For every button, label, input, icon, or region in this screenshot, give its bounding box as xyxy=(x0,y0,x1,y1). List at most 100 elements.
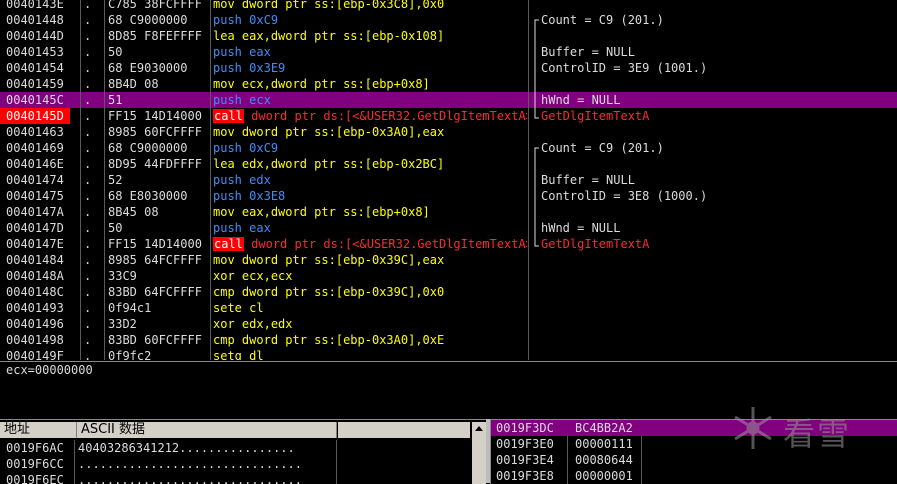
instruction-mnemonic: mov xyxy=(213,253,235,267)
disasm-row[interactable]: 0040146E. 8D95 44FDFFFF lea edx,dword ptr … xyxy=(0,156,897,172)
row-hex-bytes: 33D2 xyxy=(108,317,137,331)
row-instruction: push ecx xyxy=(213,92,527,108)
instruction-mnemonic: push xyxy=(213,93,242,107)
disasm-row[interactable]: 0040147E. FF15 14D14000 call dword ptr ds:… xyxy=(0,236,897,252)
row-address: 00401474 xyxy=(6,173,64,187)
column-separator xyxy=(80,0,81,360)
disasm-row[interactable]: 0040145D. FF15 14D14000 call dword ptr ds:… xyxy=(0,108,897,124)
stack-address: 0019F3E0 xyxy=(496,437,554,451)
disasm-row[interactable]: 00401475. 68 E8030000 push 0x3E8 ControlID … xyxy=(0,188,897,204)
scroll-up-icon[interactable] xyxy=(475,426,483,431)
row-marker: . xyxy=(84,269,92,283)
row-comment: Count = C9 (201.) xyxy=(541,141,664,155)
instruction-mnemonic: cmp xyxy=(213,285,235,299)
row-comment xyxy=(541,204,897,220)
dump-row[interactable]: 0019F6EC............................... xyxy=(0,472,470,484)
instruction-operands: dword ptr ss:[ebp-0x39C],0x0 xyxy=(241,285,445,299)
stack-address: 0019F3E8 xyxy=(496,469,554,483)
memory-dump-pane[interactable]: 地址 ASCII 数据 0019F6AC 40403286341212......… xyxy=(0,419,486,484)
instruction-operands: dword ptr ss:[ebp-0x39C],eax xyxy=(241,253,445,267)
disasm-row[interactable]: 00401496. 33D2 xor edx,edx xyxy=(0,316,897,332)
stack-address: 0019F3DC xyxy=(496,421,554,435)
row-comment: Buffer = NULL xyxy=(541,45,635,59)
column-separator xyxy=(104,0,105,360)
row-hex-bytes: 50 xyxy=(108,45,123,59)
instruction-operands: eax,dword ptr ss:[ebp+0x8] xyxy=(241,205,430,219)
dump-row[interactable]: 0019F6AC 40403286341212................ xyxy=(0,440,470,456)
row-marker: . xyxy=(84,189,92,203)
row-hex-bytes: 68 C9000000 xyxy=(108,13,188,27)
disasm-row[interactable]: 00401463. 8985 60FCFFFF mov dword ptr ss:[… xyxy=(0,124,897,140)
row-address: 0040147A xyxy=(6,205,64,219)
row-address: 00401463 xyxy=(6,125,64,139)
row-comment xyxy=(541,124,897,140)
snowflake-icon xyxy=(734,407,772,449)
dump-ascii: ............................... xyxy=(78,473,302,484)
row-hex-bytes: 83BD 60FCFFFF xyxy=(108,333,202,347)
instruction-mnemonic: push xyxy=(213,173,242,187)
disasm-row[interactable]: 00401469. 68 C9000000 push 0xC9 Count = C9 … xyxy=(0,140,897,156)
disasm-row[interactable]: 0040149F. 0f9fc2 setg dl xyxy=(0,348,897,360)
stack-value: BC4BB2A2 xyxy=(575,421,633,435)
dump-address: 0019F6CC xyxy=(6,457,64,471)
dump-row[interactable]: 0019F6CC............................... xyxy=(0,456,470,472)
disasm-row[interactable]: 00401453. 50 push eax Buffer = NULL xyxy=(0,44,897,60)
row-hex-bytes: 8B45 08 xyxy=(108,205,159,219)
disasm-row[interactable]: 0040144D. 8D85 F8FEFFFF lea eax,dword ptr … xyxy=(0,28,897,44)
row-comment xyxy=(541,348,897,360)
row-instruction: lea edx,dword ptr ss:[ebp-0x2BC] xyxy=(213,156,527,172)
disasm-row[interactable]: 0040147A. 8B45 08 mov eax,dword ptr ss:[eb… xyxy=(0,204,897,220)
disasm-row[interactable]: 00401498. 83BD 60FCFFFF cmp dword ptr ss:[… xyxy=(0,332,897,348)
disasm-row[interactable]: 00401484. 8985 64FCFFFF mov dword ptr ss:[… xyxy=(0,252,897,268)
row-instruction: push 0x3E9 xyxy=(213,60,527,76)
row-instruction: xor ecx,ecx xyxy=(213,268,527,284)
stack-value: 00000111 xyxy=(575,437,633,451)
dump-scrollbar[interactable] xyxy=(472,422,486,484)
disasm-row[interactable]: 0040145C. 51 push ecx hWnd = NULL xyxy=(0,92,897,108)
instruction-operands: 0x3E9 xyxy=(249,61,286,75)
dump-header-address[interactable]: 地址 xyxy=(0,422,77,438)
row-hex-bytes: 68 E8030000 xyxy=(108,189,188,203)
instruction-operands: edx,edx xyxy=(241,317,293,331)
row-comment xyxy=(541,316,897,332)
row-marker: . xyxy=(84,125,92,139)
stack-row[interactable]: 0019F3E8 00000001 xyxy=(491,468,897,484)
row-hex-bytes: 52 xyxy=(108,173,123,187)
row-marker: . xyxy=(84,237,92,251)
row-marker: . xyxy=(84,285,92,299)
row-hex-bytes: 8D95 44FDFFFF xyxy=(108,157,202,171)
row-hex-bytes: FF15 14D14000 xyxy=(108,237,202,251)
instruction-operands: dword ptr ds:[<&USER32.GetDlgItemTextA>] xyxy=(251,109,527,123)
disasm-row[interactable]: 00401454. 68 E9030000 push 0x3E9 ControlID … xyxy=(0,60,897,76)
row-comment xyxy=(541,332,897,348)
row-hex-bytes: 8985 64FCFFFF xyxy=(108,253,202,267)
row-instruction: mov dword ptr ss:[ebp-0x3A0],eax xyxy=(213,124,527,140)
instruction-operands: 0xC9 xyxy=(249,141,279,155)
disasm-row[interactable]: 0040147D. 50 push eax hWnd = NULL xyxy=(0,220,897,236)
row-marker: . xyxy=(84,0,92,11)
disasm-row[interactable]: 00401448. 68 C9000000 push 0xC9 Count = C9 … xyxy=(0,12,897,28)
register-info-text: ecx=00000000 xyxy=(6,363,93,377)
row-address: 0040143E xyxy=(6,0,64,11)
row-instruction: mov eax,dword ptr ss:[ebp+0x8] xyxy=(213,204,527,220)
disasm-row[interactable]: 0040148C. 83BD 64FCFFFF cmp dword ptr ss:[… xyxy=(0,284,897,300)
column-separator xyxy=(528,0,529,360)
row-instruction: mov dword ptr ss:[ebp-0x3C8],0x0 xyxy=(213,0,527,12)
instruction-operands: eax,dword ptr ss:[ebp-0x108] xyxy=(241,29,445,43)
disasm-row[interactable]: 00401474. 52 push edx Buffer = NULL xyxy=(0,172,897,188)
row-instruction: call dword ptr ds:[<&USER32.GetDlgItemTe… xyxy=(213,108,527,124)
row-address: 00401493 xyxy=(6,301,64,315)
dump-ascii: 40403286341212................ xyxy=(78,441,295,455)
row-marker: . xyxy=(84,141,92,155)
row-comment xyxy=(541,252,897,268)
disasm-row[interactable]: 00401493. 0f94c1 sete cl xyxy=(0,300,897,316)
disasm-row[interactable]: 0040148A. 33C9 xor ecx,ecx xyxy=(0,268,897,284)
row-hex-bytes: 51 xyxy=(108,93,123,107)
instruction-mnemonic: xor xyxy=(213,317,235,331)
disasm-row[interactable]: 00401459. 8B4D 08 mov ecx,dword ptr ss:[eb… xyxy=(0,76,897,92)
instruction-operands: eax xyxy=(249,45,271,59)
row-marker: . xyxy=(84,45,92,59)
dump-header-ascii[interactable]: ASCII 数据 xyxy=(77,422,337,438)
disasm-row[interactable]: 0040143E. C785 38FCFFFF mov dword ptr ss:[… xyxy=(0,0,897,12)
disassembly-pane[interactable]: 0040143E. C785 38FCFFFF mov dword ptr ss:[… xyxy=(0,0,897,360)
